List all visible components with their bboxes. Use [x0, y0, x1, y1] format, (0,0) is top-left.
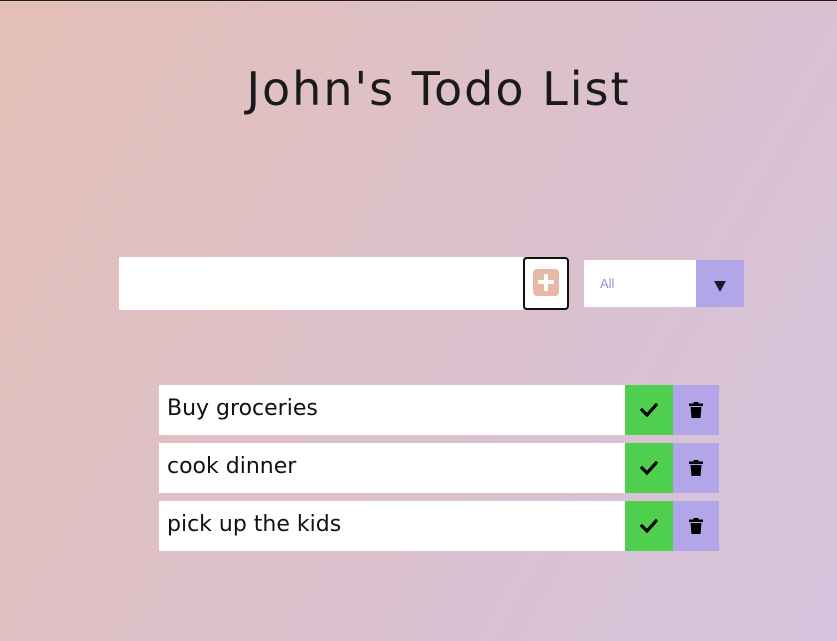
todo-text: cook dinner	[167, 454, 297, 479]
check-icon	[640, 519, 658, 533]
filter-selected-value: All	[600, 276, 615, 291]
complete-button[interactable]	[625, 385, 673, 435]
trash-icon	[689, 402, 703, 418]
todo-input[interactable]	[119, 257, 523, 310]
todo-item: cook dinner	[159, 443, 719, 493]
complete-button[interactable]	[625, 443, 673, 493]
delete-button[interactable]	[673, 385, 719, 435]
todo-text: pick up the kids	[167, 512, 342, 537]
plus-square-icon	[533, 269, 559, 296]
check-icon	[640, 403, 658, 417]
caret-down-icon	[714, 281, 726, 292]
trash-icon	[689, 518, 703, 534]
check-icon	[640, 461, 658, 475]
add-todo-button[interactable]	[523, 257, 569, 310]
filter-select[interactable]: All	[584, 260, 744, 307]
complete-button[interactable]	[625, 501, 673, 551]
page-title: John's Todo List	[246, 62, 631, 116]
top-border	[0, 0, 837, 1]
filter-dropdown-toggle[interactable]	[696, 260, 744, 307]
delete-button[interactable]	[673, 443, 719, 493]
todo-item: pick up the kids	[159, 501, 719, 551]
todo-item: Buy groceries	[159, 385, 719, 435]
delete-button[interactable]	[673, 501, 719, 551]
trash-icon	[689, 460, 703, 476]
todo-list: Buy groceries cook dinner pick up the ki…	[159, 385, 719, 559]
todo-text: Buy groceries	[167, 396, 318, 421]
